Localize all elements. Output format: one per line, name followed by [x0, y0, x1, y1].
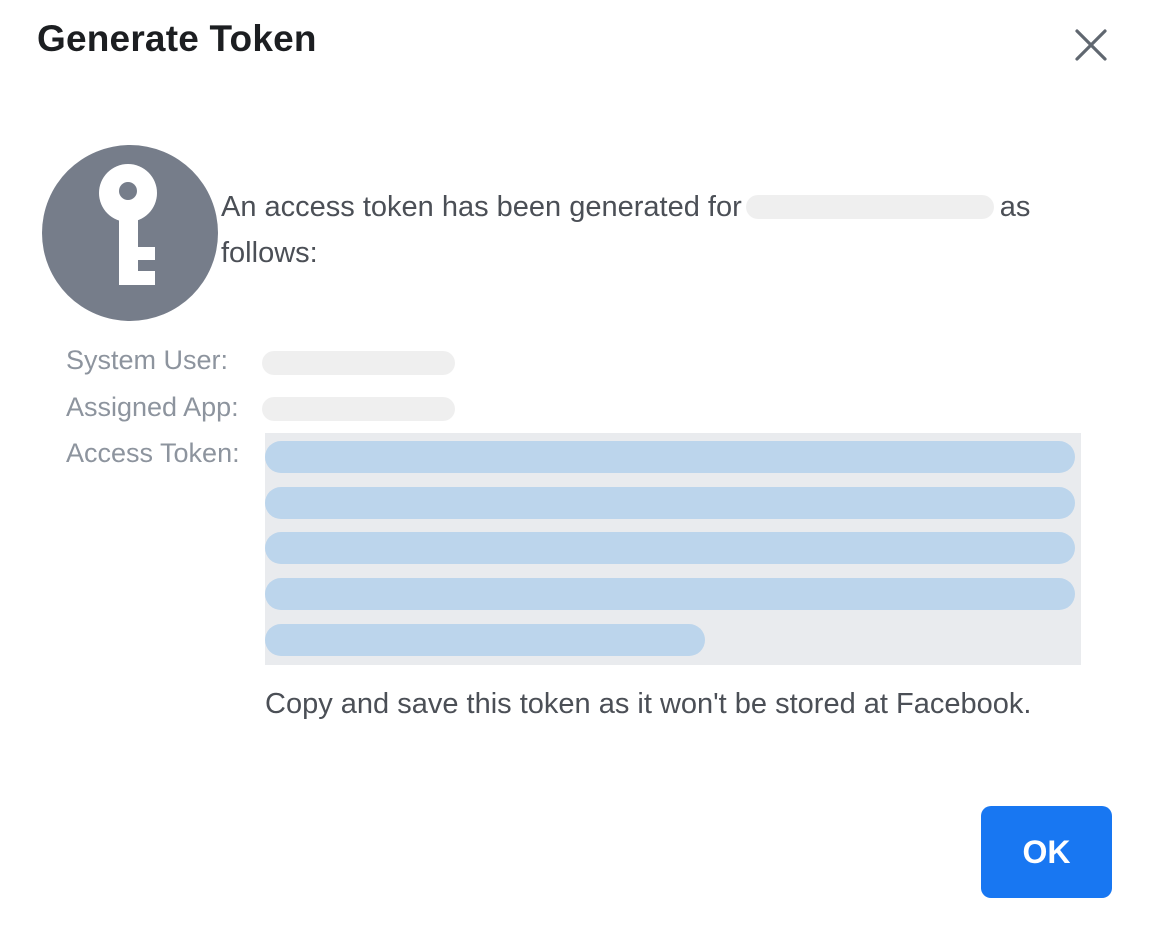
- redacted-business-name: [745, 195, 994, 219]
- redacted-token-line-4: [265, 578, 1075, 610]
- redacted-system-user: [262, 351, 455, 375]
- message-prefix: An access token has been generated for: [221, 191, 742, 223]
- close-icon[interactable]: [1068, 22, 1114, 68]
- close-button[interactable]: [1068, 22, 1114, 68]
- ok-button[interactable]: OK: [981, 806, 1112, 898]
- redacted-token-line-3: [265, 532, 1075, 564]
- token-storage-note: Copy and save this token as it won't be …: [265, 688, 1032, 720]
- redacted-token-line-2: [265, 487, 1075, 519]
- access-token-label: Access Token:: [66, 438, 240, 468]
- key-avatar: [42, 145, 218, 321]
- generate-token-dialog: Generate Token An access token has been …: [0, 0, 1150, 929]
- token-message: An access token has been generated for as…: [221, 184, 1081, 276]
- redacted-token-line-5: [265, 624, 705, 656]
- redacted-assigned-app: [262, 397, 455, 421]
- redacted-token-line-1: [265, 441, 1075, 473]
- access-token-field[interactable]: [265, 433, 1081, 665]
- assigned-app-label: Assigned App:: [66, 392, 239, 422]
- key-icon: [99, 164, 157, 285]
- dialog-title: Generate Token: [37, 18, 317, 59]
- system-user-label: System User:: [66, 345, 229, 375]
